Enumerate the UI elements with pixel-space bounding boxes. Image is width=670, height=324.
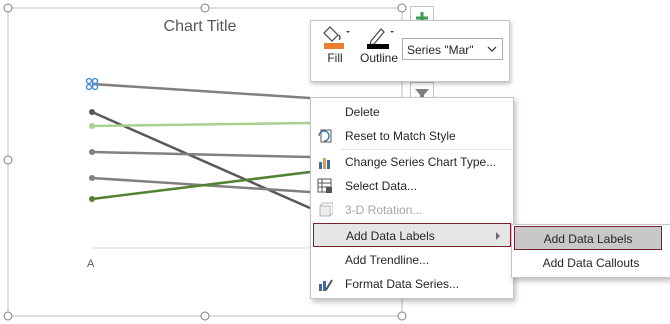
submenu-item-label: Add Data Labels xyxy=(543,232,633,246)
menu-item-label: Reset to Match Style xyxy=(345,129,456,143)
series-dropdown[interactable]: Series "Mar" xyxy=(402,38,503,60)
format-toolbar: Fill Outline Series "Mar" xyxy=(310,20,510,82)
menu-item-label: Select Data... xyxy=(345,179,418,193)
format-series-icon xyxy=(319,279,333,291)
chart-type-icon xyxy=(319,158,330,169)
menu-item-label: Format Data Series... xyxy=(345,277,460,291)
menu-item-label: Add Trendline... xyxy=(345,253,430,267)
reset-style-icon xyxy=(318,129,332,143)
menu-item-add-trendline[interactable]: Add Trendline... xyxy=(311,248,513,272)
submenu-item-label: Add Data Callouts xyxy=(542,256,640,270)
menu-item-label: Add Data Labels xyxy=(346,229,435,243)
fill-button[interactable]: Fill xyxy=(317,23,353,65)
menu-item-label: Change Series Chart Type... xyxy=(345,155,497,169)
series-line-mar xyxy=(91,82,311,100)
menu-item-label: 3-D Rotation... xyxy=(345,203,423,217)
fill-label: Fill xyxy=(327,51,343,65)
chart-title[interactable]: Chart Title xyxy=(150,18,250,36)
submenu-item-add-data-callouts[interactable]: Add Data Callouts xyxy=(512,251,670,275)
menu-item-label: Delete xyxy=(345,105,380,119)
menu-item-select-data[interactable]: Select Data... xyxy=(311,174,513,198)
series-marker xyxy=(89,149,95,155)
category-axis-label: A xyxy=(87,258,95,270)
pen-outline-icon xyxy=(367,28,394,49)
menu-item-3d-rotation[interactable]: 3-D Rotation... xyxy=(311,198,513,222)
menu-item-reset-style[interactable]: Reset to Match Style xyxy=(311,124,513,148)
menu-item-change-chart-type[interactable]: Change Series Chart Type... xyxy=(311,150,513,174)
series-marker xyxy=(89,109,95,115)
outline-button[interactable]: Outline xyxy=(357,23,401,65)
data-labels-submenu: Add Data Labels Add Data Callouts xyxy=(511,224,670,278)
series-marker xyxy=(89,175,95,181)
menu-item-format-data-series[interactable]: Format Data Series... xyxy=(311,272,513,296)
submenu-item-add-data-labels[interactable]: Add Data Labels xyxy=(514,226,662,250)
series-line-3 xyxy=(91,121,311,128)
context-menu: Delete Reset to Match Style Change Serie… xyxy=(310,97,514,299)
outline-label: Outline xyxy=(359,51,399,65)
chevron-down-icon xyxy=(486,40,498,66)
select-data-icon xyxy=(317,178,332,193)
series-selected-value: Series "Mar" xyxy=(407,43,474,57)
menu-item-add-data-labels[interactable]: Add Data Labels xyxy=(313,223,511,247)
series-line-4 xyxy=(91,150,311,159)
menu-item-delete[interactable]: Delete xyxy=(311,100,513,124)
series-marker xyxy=(89,196,95,202)
paint-bucket-icon xyxy=(323,26,350,49)
3d-rotation-icon xyxy=(319,202,333,217)
series-marker xyxy=(89,123,95,129)
